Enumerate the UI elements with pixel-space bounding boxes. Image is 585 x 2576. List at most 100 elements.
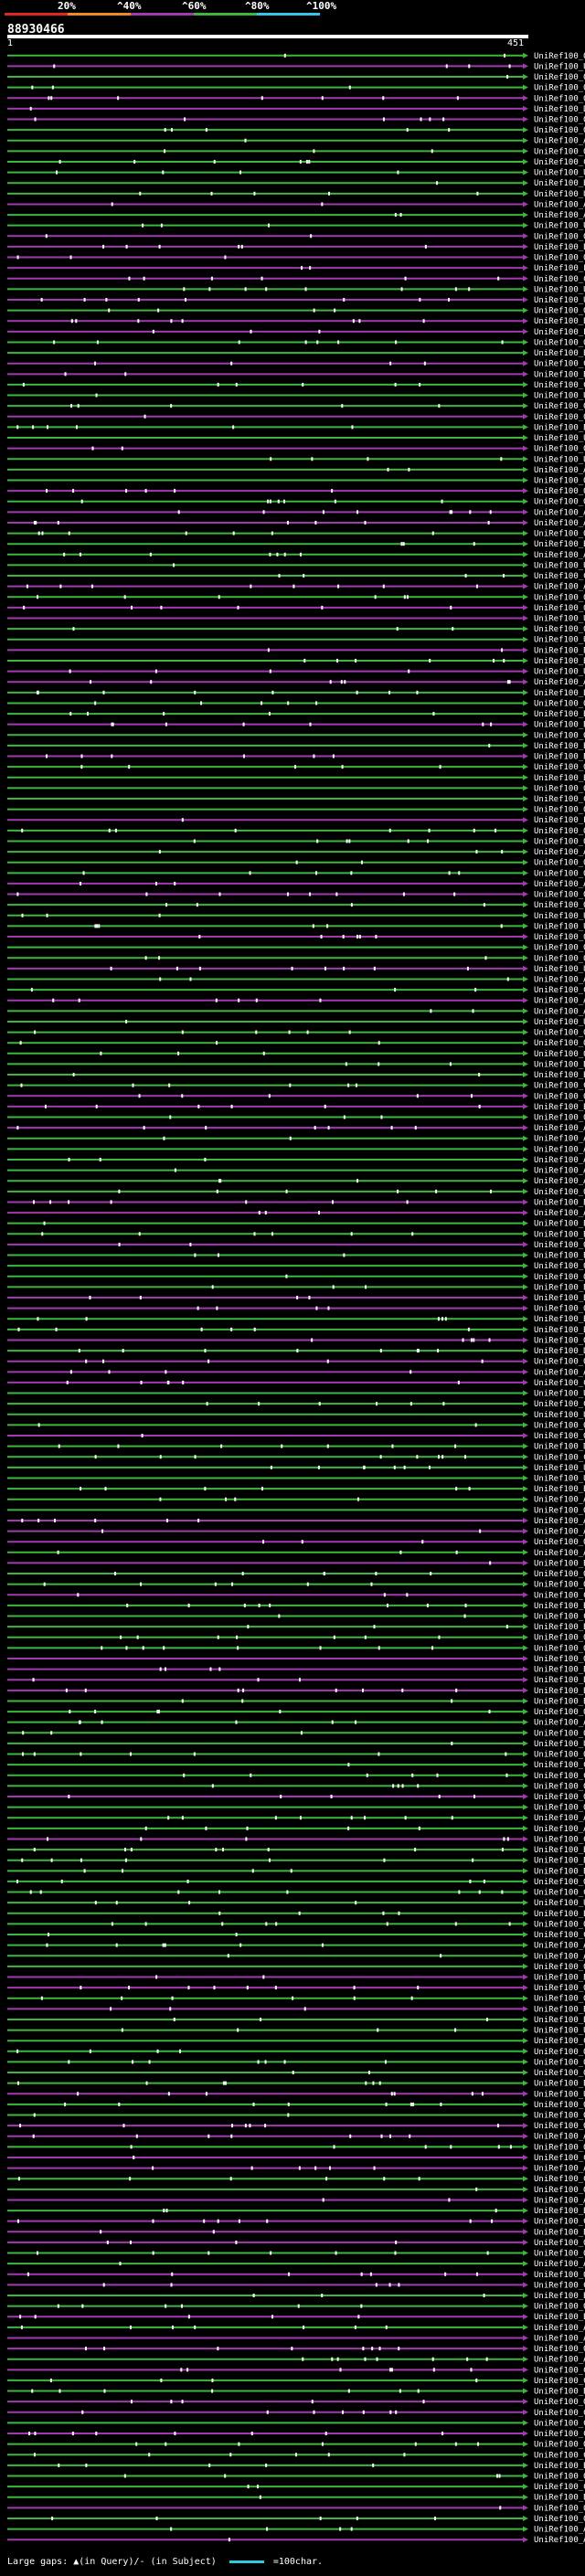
hit-id-link[interactable]: UniRef100_Q1ZXR3: [534, 530, 585, 539]
hit-id-link[interactable]: UniRef100_Q8HH56: [534, 1793, 585, 1802]
hit-id-link[interactable]: UniRef100_C5ZZU7: [534, 2281, 585, 2290]
hit-id-link[interactable]: UniRef100_UP1000...: [534, 392, 585, 401]
hit-id-link[interactable]: UniRef100_C7H218: [534, 2409, 585, 2418]
hit-id-link[interactable]: UniRef100_Q6FYW7: [534, 944, 585, 953]
hit-id-link[interactable]: UniRef100_Q5DNH5: [534, 784, 585, 793]
hit-id-link[interactable]: UniRef100_B9SFQ6: [534, 370, 585, 379]
hit-id-link[interactable]: UniRef100_Q3T2N9: [534, 1570, 585, 1579]
hit-id-link[interactable]: UniRef100_Q1J285: [534, 1336, 585, 1345]
hit-id-link[interactable]: UniRef100_UP1000...: [534, 922, 585, 931]
hit-id-link[interactable]: UniRef100_Q42421: [534, 1581, 585, 1590]
hit-id-link[interactable]: UniRef100_C6D677: [534, 2377, 585, 2386]
hit-id-link[interactable]: UniRef100_Q9H823: [534, 476, 585, 485]
hit-id-link[interactable]: UniRef100_A9P3B0: [534, 1177, 585, 1186]
hit-id-link[interactable]: UniRef100_B9SVB8: [534, 349, 585, 358]
hit-id-link[interactable]: UniRef100_Q5MSYC: [534, 445, 585, 454]
hit-id-link[interactable]: UniRef100_Q9FIQ2: [534, 2472, 585, 2481]
hit-id-link[interactable]: UniRef100_Q4W027: [534, 307, 585, 316]
hit-id-link[interactable]: UniRef100_A1ZNA2: [534, 2165, 585, 2174]
hit-id-link[interactable]: UniRef100_A2YGS1: [534, 211, 585, 220]
hit-id-link[interactable]: UniRef100_Q0CQD0: [534, 731, 585, 740]
hit-id-link[interactable]: UniRef100_Q3HTX5: [534, 2303, 585, 2312]
hit-id-link[interactable]: UniRef100_A7LU77: [534, 2260, 585, 2269]
hit-id-link[interactable]: UniRef100_C7J265: [534, 1761, 585, 1770]
hit-id-link[interactable]: UniRef100_B8Q691: [534, 1857, 585, 1866]
hit-id-link[interactable]: UniRef100_Q4WCV2: [534, 1506, 585, 1515]
hit-id-link[interactable]: UniRef100_C1FED3: [534, 275, 585, 284]
hit-id-link[interactable]: UniRef100_C5XA76: [534, 1772, 585, 1781]
hit-id-link[interactable]: UniRef100_Q3R7F1: [534, 1421, 585, 1430]
hit-id-link[interactable]: UniRef100_B7PE98: [534, 1220, 585, 1229]
hit-id-link[interactable]: UniRef100_Q4AZU1: [534, 593, 585, 602]
hit-id-link[interactable]: UniRef100_UP1000...: [534, 1899, 585, 1908]
hit-id-link[interactable]: UniRef100_Q9FT97: [534, 2058, 585, 2067]
hit-id-link[interactable]: UniRef100_Q9FLQ7: [534, 2186, 585, 2195]
hit-id-link[interactable]: UniRef100_Q4KZB5: [534, 84, 585, 93]
hit-id-link[interactable]: UniRef100_Q6EP18: [534, 1751, 585, 1760]
hit-id-link[interactable]: UniRef100_UP1000...: [534, 1740, 585, 1749]
hit-id-link[interactable]: UniRef100_A8T2K1: [534, 137, 585, 146]
hit-id-link[interactable]: UniRef100_A7S2R8: [534, 1496, 585, 1505]
hit-id-link[interactable]: UniRef100_Q6HDV7: [534, 699, 585, 708]
hit-id-link[interactable]: UniRef100_Q95JC9-3: [534, 869, 585, 878]
hit-id-link[interactable]: UniRef100_Q9SIMZ: [534, 1432, 585, 1441]
hit-id-link[interactable]: UniRef100_D15694: [534, 1443, 585, 1452]
hit-id-link[interactable]: UniRef100_A5C4E7: [534, 2526, 585, 2535]
hit-id-link[interactable]: UniRef100_C1E5B4: [534, 986, 585, 995]
hit-id-link[interactable]: UniRef100_Q7QXX3: [534, 1995, 585, 2004]
hit-id-link[interactable]: UniRef100_Q6C4B8: [534, 338, 585, 347]
hit-id-link[interactable]: UniRef100_A7J7R9: [534, 1952, 585, 1961]
hit-id-link[interactable]: UniRef100_B9H8P8: [534, 721, 585, 730]
hit-id-link[interactable]: UniRef100_Q6QU18: [534, 2250, 585, 2259]
hit-id-link[interactable]: UniRef100_F2FHS3: [534, 264, 585, 273]
hit-id-link[interactable]: UniRef100_Q43688: [534, 901, 585, 910]
hit-id-link[interactable]: UniRef100_A9P3A9: [534, 1167, 585, 1176]
hit-id-link[interactable]: UniRef100_B9A626: [534, 1602, 585, 1611]
hit-id-link[interactable]: UniRef100_Q4PHS9: [534, 1538, 585, 1547]
hit-id-link[interactable]: UniRef100_A4LRS2: [534, 2133, 585, 2142]
hit-id-link[interactable]: UniRef100_UP1000...: [534, 668, 585, 677]
hit-id-link[interactable]: UniRef100_C5X6C6: [534, 360, 585, 369]
hit-id-link[interactable]: UniRef100_Q9HL64: [534, 1729, 585, 1738]
hit-id-link[interactable]: UniRef100_P09789: [534, 328, 585, 337]
hit-id-link[interactable]: UniRef100_B4RSA1: [534, 1973, 585, 1982]
hit-id-link[interactable]: UniRef100_UP1000...: [534, 561, 585, 570]
hit-id-link[interactable]: UniRef100_A1DL79: [534, 2356, 585, 2365]
hit-id-link[interactable]: UniRef100_B4PPC8: [534, 1326, 585, 1335]
hit-id-link[interactable]: UniRef100_B7SP70: [534, 774, 585, 783]
hit-id-link[interactable]: UniRef100_B6NZ05: [534, 1697, 585, 1706]
hit-id-link[interactable]: UniRef100_A7HWR3: [534, 2536, 585, 2545]
hit-id-link[interactable]: UniRef100_B8KZ59: [534, 2388, 585, 2397]
hit-id-link[interactable]: UniRef100_Q4ZAC6: [534, 2239, 585, 2248]
hit-id-link[interactable]: UniRef100_B7PDJ6: [534, 1910, 585, 1919]
hit-id-link[interactable]: UniRef100_UP1000...: [534, 455, 585, 464]
hit-id-link[interactable]: UniRef100_Q6BR33: [534, 1305, 585, 1314]
hit-id-link[interactable]: UniRef100_UP1000...: [534, 1018, 585, 1027]
hit-id-link[interactable]: UniRef100_Q6R529: [534, 1050, 585, 1059]
hit-id-link[interactable]: UniRef100_C4R9P4: [534, 1613, 585, 1622]
hit-id-link[interactable]: UniRef100_A6F3B9: [534, 997, 585, 1006]
hit-id-link[interactable]: UniRef100_UP1000...: [534, 1464, 585, 1473]
hit-id-link[interactable]: UniRef100_Q1Z8T6: [534, 2515, 585, 2524]
hit-id-link[interactable]: UniRef100_Q3HTX5: [534, 94, 585, 103]
hit-id-link[interactable]: UniRef100_Q8TKQ0: [534, 604, 585, 613]
hit-id-link[interactable]: UniRef100_B7QN34: [534, 1071, 585, 1080]
hit-id-link[interactable]: UniRef100_Q4KE19: [534, 1358, 585, 1367]
hit-id-link[interactable]: UniRef100_B9FHS0: [534, 742, 585, 751]
hit-id-link[interactable]: UniRef100_Q41187: [534, 254, 585, 263]
hit-id-link[interactable]: UniRef100_A3HMB9: [534, 200, 585, 209]
hit-id-link[interactable]: UniRef100_B9D1N0: [534, 1867, 585, 1876]
hit-id-link[interactable]: UniRef100_Q5GQ27: [534, 1984, 585, 1993]
hit-id-link[interactable]: UniRef100_C8VW31: [534, 1931, 585, 1940]
hit-id-link[interactable]: UniRef100_B7Q0P2: [534, 646, 585, 655]
hit-id-link[interactable]: UniRef100_C1MRP5: [534, 2483, 585, 2492]
hit-id-link[interactable]: UniRef100_B7SS11: [534, 689, 585, 698]
hit-id-link[interactable]: UniRef100_A4RYL5: [534, 880, 585, 889]
hit-id-link[interactable]: UniRef100_A6QXH4: [534, 1719, 585, 1728]
hit-id-link[interactable]: UniRef100_B4KRP9: [534, 1252, 585, 1261]
hit-id-link[interactable]: UniRef100_Q4LTP6: [534, 498, 585, 507]
hit-id-link[interactable]: UniRef100_O48840: [534, 1039, 585, 1048]
hit-id-link[interactable]: UniRef100_D10341: [534, 1347, 585, 1356]
hit-id-link[interactable]: UniRef100_UP1000...: [534, 636, 585, 645]
hit-id-link[interactable]: UniRef100_A8IQC9: [534, 848, 585, 857]
